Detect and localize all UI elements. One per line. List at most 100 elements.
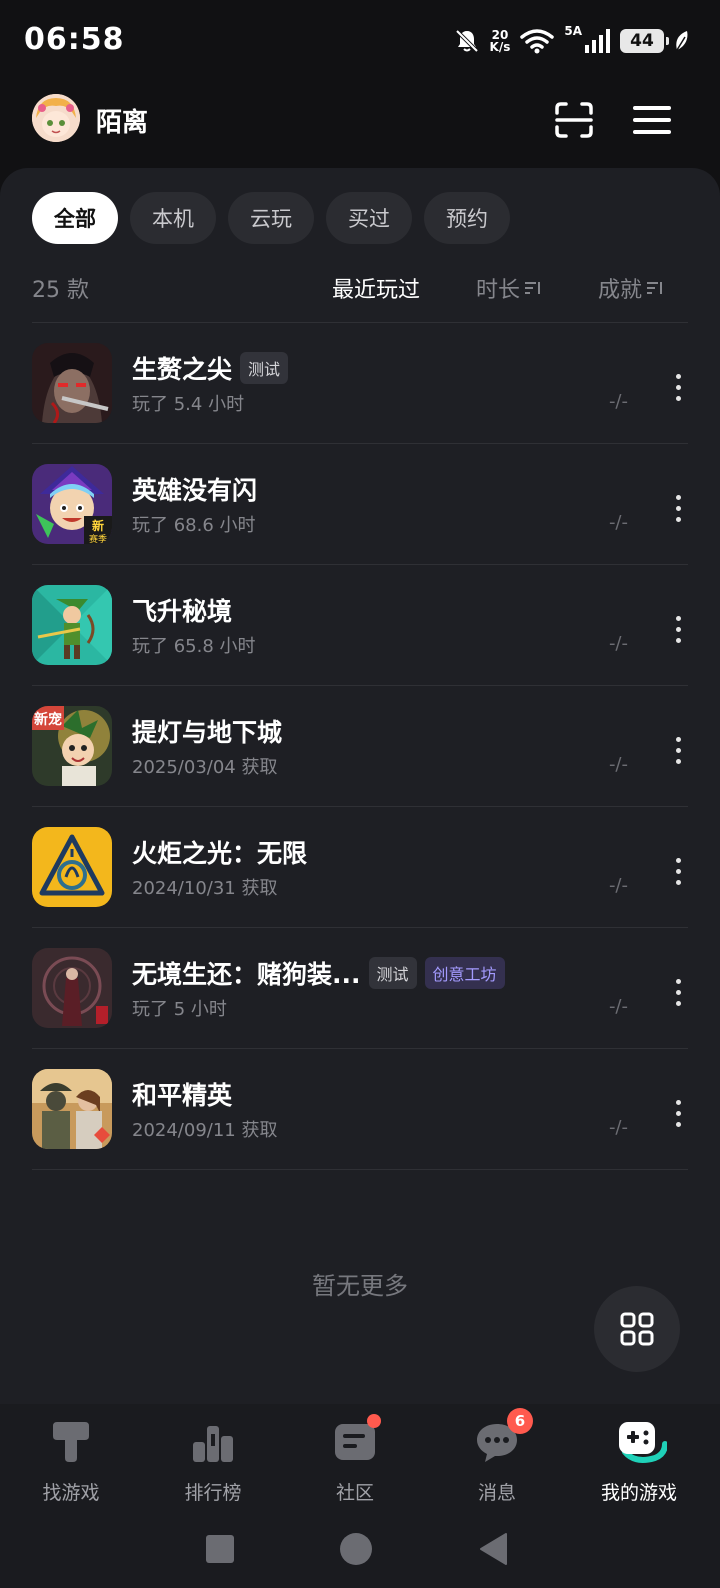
more-dot-icon (675, 494, 681, 500)
scan-button[interactable] (550, 96, 598, 144)
more-options-button[interactable] (668, 730, 688, 770)
scan-icon (555, 102, 593, 138)
message-count-badge: 6 (507, 1408, 533, 1434)
tab-all[interactable]: 全部 (32, 192, 118, 244)
more-dot-icon (675, 879, 681, 885)
my-games-icon (619, 1422, 668, 1463)
sort-recent[interactable]: 最近玩过 (332, 272, 420, 304)
more-dot-icon (675, 1099, 681, 1105)
game-icon (32, 1069, 112, 1149)
more-options-button[interactable] (668, 488, 688, 528)
mute-bell-icon (455, 29, 478, 53)
achievement-value: -/- (608, 875, 628, 896)
game-subtitle: 2024/10/31 获取 (132, 878, 278, 899)
game-title-line: 飞升秘境 (132, 592, 232, 628)
more-dot-icon (675, 626, 681, 632)
grid-view-button[interactable] (594, 1286, 680, 1372)
game-title-line: 提灯与地下城 (132, 713, 282, 749)
nav-label: 消息 (477, 1482, 516, 1504)
game-title-line: 无境生还：赌狗装... 测试 创意工坊 (132, 955, 505, 991)
system-navigation (0, 1508, 720, 1588)
nav-my-games[interactable]: 我的游戏 (569, 1418, 709, 1505)
more-dot-icon (675, 758, 681, 764)
more-dot-icon (675, 1121, 681, 1127)
avatar[interactable] (32, 94, 80, 142)
sort-icon (525, 282, 541, 294)
square-icon (206, 1535, 234, 1563)
new-season-label: 新 (92, 518, 104, 533)
game-row[interactable]: 生赘之尖 测试 玩了 5.4 小时 -/- (32, 323, 688, 444)
username: 陌离 (96, 108, 149, 138)
more-options-button[interactable] (668, 367, 688, 407)
nav-label: 排行榜 (184, 1482, 242, 1504)
sort-duration[interactable]: 时长 (476, 272, 542, 304)
home-button[interactable] (339, 1532, 373, 1566)
sort-achievement[interactable]: 成就 (598, 272, 664, 304)
signal-icon (585, 29, 610, 53)
sort-achievement-label: 成就 (598, 278, 643, 303)
more-dot-icon (675, 747, 681, 753)
header: 陌离 (0, 88, 720, 152)
more-dot-icon (675, 857, 681, 863)
game-subtitle: 2025/03/04 获取 (132, 757, 278, 778)
status-bar: 06:58 20 K/s 5A 44 (0, 0, 720, 80)
more-dot-icon (675, 373, 681, 379)
game-subtitle: 玩了 5.4 小时 (132, 394, 245, 415)
tag-beta: 测试 (240, 352, 289, 384)
game-row[interactable]: 火炬之光：无限 2024/10/31 获取 -/- (32, 807, 688, 928)
svg-text:新宠: 新宠 (34, 711, 62, 728)
game-icon: 新 赛季 (32, 464, 112, 544)
sort-icon (647, 282, 663, 294)
filter-tabs: 全部 本机 云玩 买过 预约 (32, 192, 510, 244)
game-title: 火炬之光：无限 (132, 839, 308, 868)
notification-dot (367, 1414, 381, 1428)
more-options-button[interactable] (668, 972, 688, 1012)
recent-apps-button[interactable] (203, 1532, 237, 1566)
nav-find-game[interactable]: 找游戏 (1, 1418, 141, 1505)
more-dot-icon (675, 1000, 681, 1006)
sort-row: 25 款 最近玩过 时长 成就 (32, 268, 688, 308)
more-dot-icon (675, 395, 681, 401)
game-subtitle: 2024/09/11 获取 (132, 1120, 278, 1141)
game-title: 提灯与地下城 (132, 718, 283, 747)
nav-ranking[interactable]: 排行榜 (143, 1418, 283, 1505)
tag-workshop: 创意工坊 (424, 957, 505, 989)
more-dot-icon (675, 978, 681, 984)
more-dot-icon (675, 516, 681, 522)
find-game-icon (53, 1422, 89, 1462)
game-row[interactable]: 和平精英 2024/09/11 获取 -/- (32, 1049, 688, 1170)
game-row[interactable]: 无境生还：赌狗装... 测试 创意工坊 玩了 5 小时 -/- (32, 928, 688, 1049)
game-row[interactable]: 新宠 提灯与地下城 2025/03/04 获取 -/- (32, 686, 688, 807)
sort-duration-label: 时长 (476, 278, 521, 303)
clock: 06:58 (24, 22, 125, 57)
game-row[interactable]: 飞升秘境 玩了 65.8 小时 -/- (32, 565, 688, 686)
game-title-line: 和平精英 (132, 1076, 232, 1112)
nav-messages[interactable]: 6 消息 (427, 1408, 567, 1505)
game-row[interactable]: 新 赛季 英雄没有闪 玩了 68.6 小时 -/- (32, 444, 688, 565)
game-title: 无境生还：赌狗装... (132, 960, 361, 989)
game-title: 英雄没有闪 (132, 476, 258, 505)
achievement-value: -/- (608, 754, 628, 775)
tab-reserved[interactable]: 预约 (424, 192, 510, 244)
tab-local[interactable]: 本机 (130, 192, 216, 244)
svg-text:赛季: 赛季 (89, 533, 107, 544)
more-options-button[interactable] (668, 1093, 688, 1133)
game-subtitle: 玩了 5 小时 (132, 999, 227, 1020)
net-speed: 20 K/s (489, 28, 511, 54)
back-button[interactable] (476, 1532, 510, 1566)
more-options-button[interactable] (668, 851, 688, 891)
game-title: 生赘之尖 (132, 355, 233, 384)
more-dot-icon (675, 637, 681, 643)
battery-indicator: 44 (620, 29, 669, 53)
tag-beta: 测试 (368, 957, 417, 989)
nav-label: 我的游戏 (600, 1482, 677, 1504)
tab-purchased[interactable]: 买过 (326, 192, 412, 244)
more-dot-icon (675, 1110, 681, 1116)
game-icon (32, 948, 112, 1028)
games-panel: 全部 本机 云玩 买过 预约 25 款 最近玩过 时长 成就 生赘之尖 测试 玩… (0, 168, 720, 1404)
menu-button[interactable] (628, 96, 676, 144)
nav-community[interactable]: 社区 (285, 1414, 425, 1505)
achievement-value: -/- (608, 996, 628, 1017)
more-options-button[interactable] (668, 609, 688, 649)
tab-cloud[interactable]: 云玩 (228, 192, 314, 244)
